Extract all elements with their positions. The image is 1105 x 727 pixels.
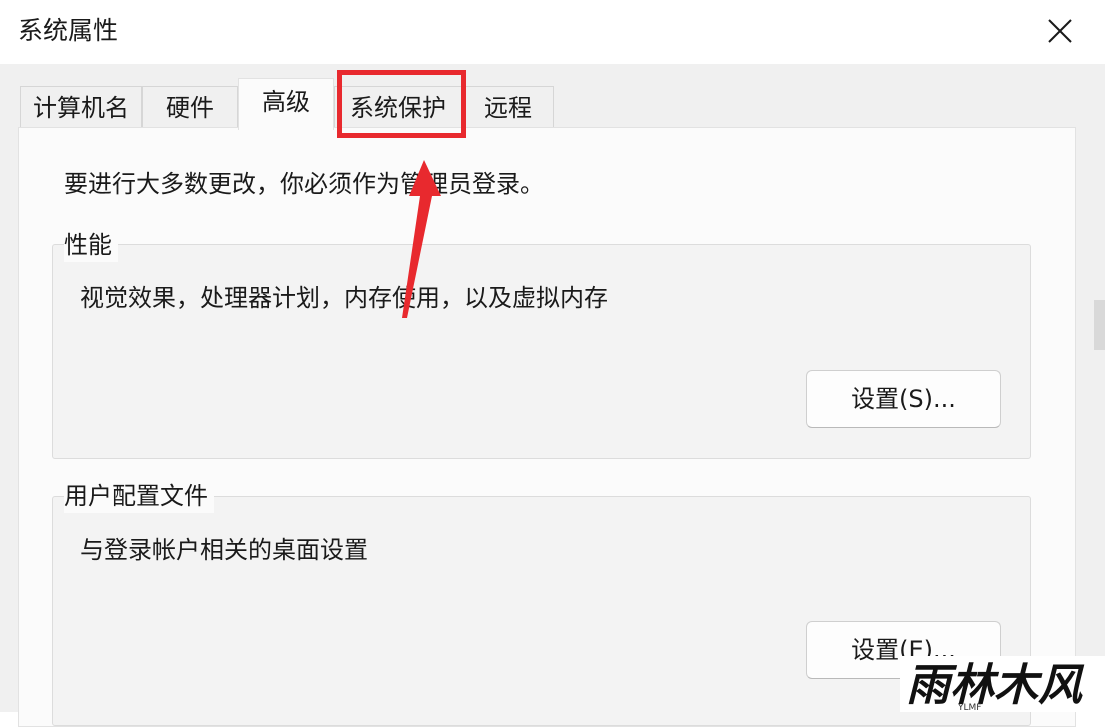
red-arrow-icon <box>402 160 441 318</box>
watermark-logo: 雨林木风 YLMF <box>900 656 1105 713</box>
svg-text:雨林木风: 雨林木风 <box>906 660 1085 711</box>
svg-text:YLMF: YLMF <box>957 703 981 712</box>
